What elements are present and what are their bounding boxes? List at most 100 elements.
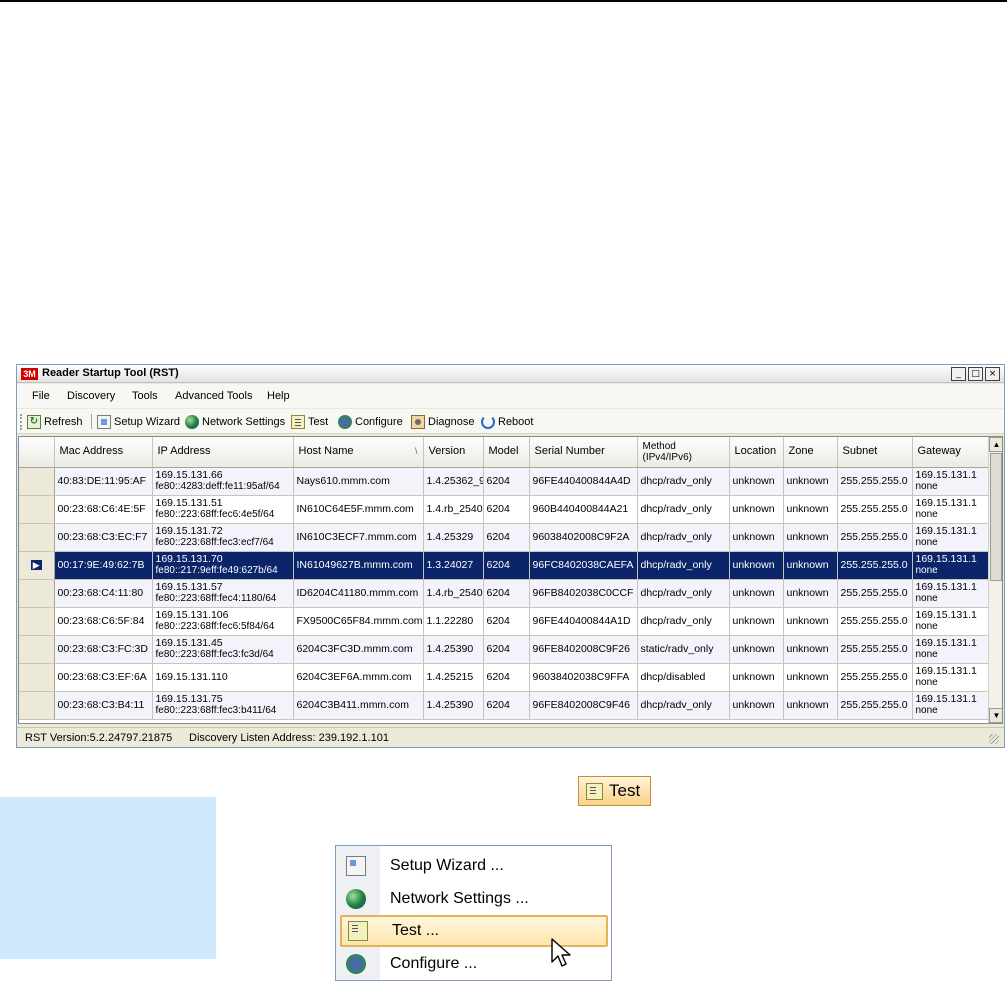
cell-model[interactable]: 6204 <box>483 691 530 720</box>
col-host-name[interactable]: Host Name \ <box>293 437 424 468</box>
refresh-button[interactable]: ↻ Refresh <box>27 413 83 430</box>
row-selector[interactable] <box>19 691 55 720</box>
cell-gateway[interactable]: 169.15.131.1 none <box>912 579 989 608</box>
cell-gateway[interactable]: 169.15.131.1 none <box>912 691 989 720</box>
cell-gateway[interactable]: 169.15.131.1 none <box>912 607 989 636</box>
cell-host[interactable]: IN610C3ECF7.mmm.com <box>293 523 424 552</box>
cell-subnet[interactable]: 255.255.255.0 <box>837 635 913 664</box>
cell-ip[interactable]: 169.15.131.66 fe80::4283:deff:fe11:95af/6… <box>152 467 294 496</box>
network-settings-button[interactable]: Network Settings <box>185 413 285 430</box>
row-selector[interactable] <box>19 663 55 692</box>
cell-ip[interactable]: 169.15.131.51 fe80::223:68ff:fec6:4e5f/64 <box>152 495 294 524</box>
reboot-button[interactable]: Reboot <box>481 413 533 430</box>
cell-mac[interactable]: 00:23:68:C6:5F:84 <box>54 607 153 636</box>
setup-wizard-button[interactable]: Setup Wizard <box>97 413 180 430</box>
row-selector[interactable] <box>19 467 55 496</box>
cell-method[interactable]: dhcp/radv_only <box>637 607 730 636</box>
cell-model[interactable]: 6204 <box>483 495 530 524</box>
cell-mac[interactable]: 00:23:68:C3:EC:F7 <box>54 523 153 552</box>
cell-version[interactable]: 1.3.24027 <box>423 551 484 580</box>
cell-ip[interactable]: 169.15.131.106 fe80::223:68ff:fec6:5f84/6… <box>152 607 294 636</box>
col-zone[interactable]: Zone <box>783 437 838 468</box>
cell-version[interactable]: 1.4.25390 <box>423 691 484 720</box>
cell-method[interactable]: dhcp/disabled <box>637 663 730 692</box>
cell-subnet[interactable]: 255.255.255.0 <box>837 523 913 552</box>
cell-version[interactable]: 1.4.rb_2540 <box>423 495 484 524</box>
cell-gateway[interactable]: 169.15.131.1 none <box>912 635 989 664</box>
cell-method[interactable]: dhcp/radv_only <box>637 691 730 720</box>
menu-tools[interactable]: Tools <box>132 390 158 402</box>
cell-gateway[interactable]: 169.15.131.1 none <box>912 523 989 552</box>
cell-method[interactable]: dhcp/radv_only <box>637 495 730 524</box>
scroll-thumb[interactable] <box>990 453 1002 581</box>
table-row[interactable]: 00:23:68:C3:EF:6A 169.15.131.110 6204C3EF6… <box>19 663 989 692</box>
cell-model[interactable]: 6204 <box>483 663 530 692</box>
table-row[interactable]: 00:23:68:C6:5F:84 169.15.131.106 fe80::223… <box>19 607 989 636</box>
cell-zone[interactable]: unknown <box>783 551 838 580</box>
table-row[interactable]: 40:83:DE:11:95:AF 169.15.131.66 fe80::4283… <box>19 467 989 496</box>
cell-mac[interactable]: 40:83:DE:11:95:AF <box>54 467 153 496</box>
diagnose-button[interactable]: Diagnose <box>411 413 474 430</box>
cell-gateway[interactable]: 169.15.131.1 none <box>912 663 989 692</box>
cell-method[interactable]: dhcp/radv_only <box>637 467 730 496</box>
cell-host[interactable]: IN61049627B.mmm.com <box>293 551 424 580</box>
cell-version[interactable]: 1.4.25390 <box>423 635 484 664</box>
minimize-button[interactable]: _ <box>951 367 966 381</box>
col-version[interactable]: Version <box>423 437 484 468</box>
cell-method[interactable]: dhcp/radv_only <box>637 579 730 608</box>
cell-version[interactable]: 1.4.25215 <box>423 663 484 692</box>
cell-mac[interactable]: 00:23:68:C3:EF:6A <box>54 663 153 692</box>
col-serial-number[interactable]: Serial Number <box>529 437 638 468</box>
cell-serial[interactable]: 96FE440400844A4D <box>529 467 638 496</box>
cell-mac[interactable]: 00:23:68:C3:FC:3D <box>54 635 153 664</box>
menu-advanced-tools[interactable]: Advanced Tools <box>175 390 252 402</box>
menu-help[interactable]: Help <box>267 390 290 402</box>
cell-host[interactable]: Nays610.mmm.com <box>293 467 424 496</box>
toolbar-grip[interactable] <box>20 414 23 430</box>
table-row[interactable]: 00:23:68:C6:4E:5F 169.15.131.51 fe80::223:… <box>19 495 989 524</box>
cell-version[interactable]: 1.1.22280 <box>423 607 484 636</box>
cell-host[interactable]: FX9500C65F84.mmm.com <box>293 607 424 636</box>
table-row[interactable]: 00:23:68:C3:FC:3D 169.15.131.45 fe80::223:… <box>19 635 989 664</box>
cell-serial[interactable]: 960B440400844A21 <box>529 495 638 524</box>
cell-mac[interactable]: 00:17:9E:49:62:7B <box>54 551 153 580</box>
cell-model[interactable]: 6204 <box>483 579 530 608</box>
cell-serial[interactable]: 96FE8402008C9F26 <box>529 635 638 664</box>
cell-method[interactable]: dhcp/radv_only <box>637 523 730 552</box>
resize-grip-icon[interactable] <box>989 734 999 744</box>
menu-item-setup-wizard[interactable]: Setup Wizard ... <box>340 850 608 882</box>
cell-zone[interactable]: unknown <box>783 467 838 496</box>
cell-gateway[interactable]: 169.15.131.1 none <box>912 495 989 524</box>
cell-mac[interactable]: 00:23:68:C4:11:80 <box>54 579 153 608</box>
cell-subnet[interactable]: 255.255.255.0 <box>837 579 913 608</box>
table-row[interactable]: 00:23:68:C4:11:80 169.15.131.57 fe80::223:… <box>19 579 989 608</box>
cell-location[interactable]: unknown <box>729 523 784 552</box>
row-selector[interactable]: ▶ <box>19 551 55 580</box>
cell-version[interactable]: 1.4.25329 <box>423 523 484 552</box>
cell-subnet[interactable]: 255.255.255.0 <box>837 607 913 636</box>
cell-model[interactable]: 6204 <box>483 635 530 664</box>
cell-location[interactable]: unknown <box>729 663 784 692</box>
cell-zone[interactable]: unknown <box>783 691 838 720</box>
cell-gateway[interactable]: 169.15.131.1 none <box>912 467 989 496</box>
cell-model[interactable]: 6204 <box>483 607 530 636</box>
menu-discovery[interactable]: Discovery <box>67 390 115 402</box>
cell-serial[interactable]: 96FC8402038CAEFA <box>529 551 638 580</box>
cell-serial[interactable]: 96FB8402038C0CCF <box>529 579 638 608</box>
cell-host[interactable]: 6204C3FC3D.mmm.com <box>293 635 424 664</box>
cell-serial[interactable]: 96038402038C9FFA <box>529 663 638 692</box>
table-row[interactable]: 00:23:68:C3:EC:F7 169.15.131.72 fe80::223:… <box>19 523 989 552</box>
cell-serial[interactable]: 96038402008C9F2A <box>529 523 638 552</box>
cell-mac[interactable]: 00:23:68:C3:B4:11 <box>54 691 153 720</box>
cell-location[interactable]: unknown <box>729 635 784 664</box>
cell-serial[interactable]: 96FE8402008C9F46 <box>529 691 638 720</box>
col-ip-address[interactable]: IP Address <box>152 437 294 468</box>
maximize-button[interactable]: □ <box>968 367 983 381</box>
col-model[interactable]: Model <box>483 437 530 468</box>
cell-method[interactable]: static/radv_only <box>637 635 730 664</box>
row-selector[interactable] <box>19 523 55 552</box>
row-selector[interactable] <box>19 607 55 636</box>
cell-ip[interactable]: 169.15.131.110 <box>152 663 294 692</box>
col-mac-address[interactable]: Mac Address <box>54 437 153 468</box>
menu-item-network-settings[interactable]: Network Settings ... <box>340 883 608 915</box>
